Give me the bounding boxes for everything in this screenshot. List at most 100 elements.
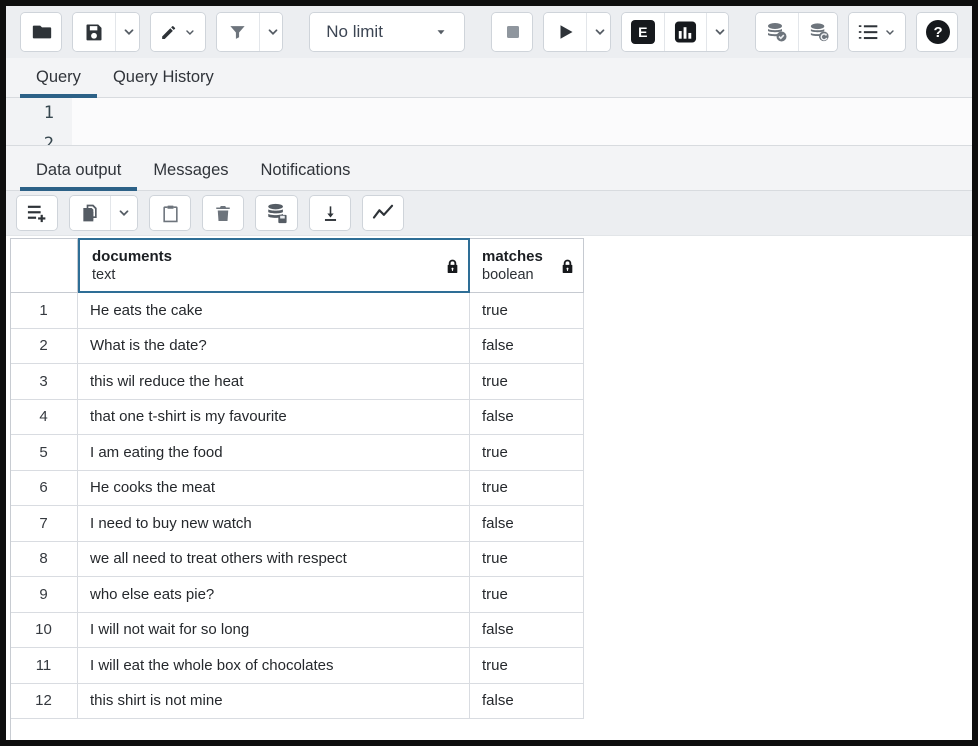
execute-dropdown-button[interactable]	[586, 13, 611, 51]
line-number: 1	[6, 98, 54, 129]
copy-dropdown-button[interactable]	[110, 196, 137, 230]
row-number-cell[interactable]: 11	[10, 648, 78, 684]
macros-icon	[858, 22, 878, 42]
row-number-cell[interactable]: 4	[10, 400, 78, 436]
row-limit-select[interactable]: No limit	[310, 13, 464, 51]
column-name: documents	[92, 247, 468, 266]
paste-icon	[161, 204, 180, 223]
matches-cell[interactable]: false	[470, 506, 584, 542]
table-row: 4that one t-shirt is my favouritefalse	[10, 400, 584, 436]
row-number-cell[interactable]: 5	[10, 435, 78, 471]
documents-cell[interactable]: I will not wait for so long	[78, 613, 470, 649]
matches-cell[interactable]: false	[470, 400, 584, 436]
documents-cell[interactable]: He cooks the meat	[78, 471, 470, 507]
chart-button[interactable]	[363, 196, 403, 230]
results-toolbar	[6, 191, 972, 236]
chevron-down-icon	[713, 25, 727, 39]
delete-button[interactable]	[203, 196, 243, 230]
rollback-icon	[808, 20, 831, 44]
documents-cell[interactable]: He eats the cake	[78, 293, 470, 329]
help-button[interactable]: ?	[917, 13, 958, 51]
macros-button[interactable]	[849, 13, 905, 51]
grid-header-row: documents text matches boolean	[10, 238, 584, 293]
matches-cell[interactable]: false	[470, 684, 584, 720]
line-number: 2	[6, 129, 54, 145]
edit-icon	[160, 23, 177, 42]
edit-button[interactable]	[151, 13, 205, 51]
open-file-button[interactable]	[21, 13, 62, 51]
matches-cell[interactable]: true	[470, 648, 584, 684]
save-data-button[interactable]	[256, 196, 297, 230]
paste-button[interactable]	[150, 196, 190, 230]
tab-query[interactable]: Query	[20, 68, 97, 97]
chart-icon	[372, 204, 394, 222]
tab-notifications[interactable]: Notifications	[245, 161, 367, 190]
documents-cell[interactable]: I will eat the whole box of chocolates	[78, 648, 470, 684]
matches-cell[interactable]: false	[470, 329, 584, 365]
save-dropdown-button[interactable]	[115, 13, 140, 51]
documents-cell[interactable]: this wil reduce the heat	[78, 364, 470, 400]
tab-data-output-label: Data output	[36, 161, 121, 179]
column-header-matches[interactable]: matches boolean	[470, 238, 584, 293]
documents-cell[interactable]: this shirt is not mine	[78, 684, 470, 720]
stop-icon	[504, 23, 522, 41]
data-output-panel: documents text matches boolean 1He eats …	[6, 236, 972, 740]
documents-cell[interactable]: I am eating the food	[78, 435, 470, 471]
select-all-header-cell[interactable]	[10, 238, 78, 293]
tab-data-output[interactable]: Data output	[20, 161, 137, 190]
matches-cell[interactable]: true	[470, 435, 584, 471]
stop-button[interactable]	[492, 13, 533, 51]
matches-cell[interactable]: false	[470, 613, 584, 649]
output-tabbar: Data output Messages Notifications	[6, 145, 972, 191]
row-limit-value: No limit	[326, 22, 383, 42]
documents-cell[interactable]: who else eats pie?	[78, 577, 470, 613]
explain-button[interactable]: E	[622, 13, 664, 51]
main-toolbar: No limit E	[6, 6, 972, 58]
matches-cell[interactable]: true	[470, 293, 584, 329]
sql-editor[interactable]: 1 2 SELECT documents, documents ILIKE '%…	[6, 98, 972, 145]
row-number-cell[interactable]: 1	[10, 293, 78, 329]
filter-dropdown-button[interactable]	[259, 13, 284, 51]
dropdown-arrow-icon	[434, 25, 448, 39]
documents-cell[interactable]: we all need to treat others with respect	[78, 542, 470, 578]
row-number-cell[interactable]: 2	[10, 329, 78, 365]
matches-cell[interactable]: true	[470, 364, 584, 400]
tab-messages[interactable]: Messages	[137, 161, 244, 190]
open-file-icon	[31, 21, 53, 43]
documents-cell[interactable]: What is the date?	[78, 329, 470, 365]
lock-icon	[446, 258, 459, 273]
matches-cell[interactable]: true	[470, 577, 584, 613]
chevron-down-icon	[184, 26, 196, 39]
filter-button[interactable]	[217, 13, 259, 51]
row-number-cell[interactable]: 6	[10, 471, 78, 507]
copy-button[interactable]	[70, 196, 110, 230]
tab-query-history[interactable]: Query History	[97, 68, 230, 97]
add-row-button[interactable]	[17, 196, 57, 230]
row-number-cell[interactable]: 12	[10, 684, 78, 720]
column-type: text	[92, 266, 468, 285]
row-number-cell[interactable]: 9	[10, 577, 78, 613]
tab-messages-label: Messages	[153, 161, 228, 179]
chevron-down-icon	[884, 26, 896, 39]
table-row: 10I will not wait for so longfalse	[10, 613, 584, 649]
filter-icon	[228, 23, 247, 42]
explain-dropdown-button[interactable]	[706, 13, 729, 51]
row-number-cell[interactable]: 10	[10, 613, 78, 649]
documents-cell[interactable]: that one t-shirt is my favourite	[78, 400, 470, 436]
execute-button[interactable]	[544, 13, 586, 51]
row-number-cell[interactable]: 3	[10, 364, 78, 400]
table-row: 3this wil reduce the heattrue	[10, 364, 584, 400]
commit-button[interactable]	[756, 13, 798, 51]
rollback-button[interactable]	[798, 13, 838, 51]
matches-cell[interactable]: true	[470, 471, 584, 507]
sql-code-area[interactable]: SELECT documents, documents ILIKE '%eat%…	[72, 98, 972, 145]
download-button[interactable]	[310, 196, 350, 230]
row-number-cell[interactable]: 7	[10, 506, 78, 542]
row-number-cell[interactable]: 8	[10, 542, 78, 578]
save-icon	[84, 22, 104, 42]
matches-cell[interactable]: true	[470, 542, 584, 578]
save-button[interactable]	[73, 13, 115, 51]
column-header-documents[interactable]: documents text	[78, 238, 470, 293]
explain-analyze-button[interactable]	[664, 13, 706, 51]
documents-cell[interactable]: I need to buy new watch	[78, 506, 470, 542]
